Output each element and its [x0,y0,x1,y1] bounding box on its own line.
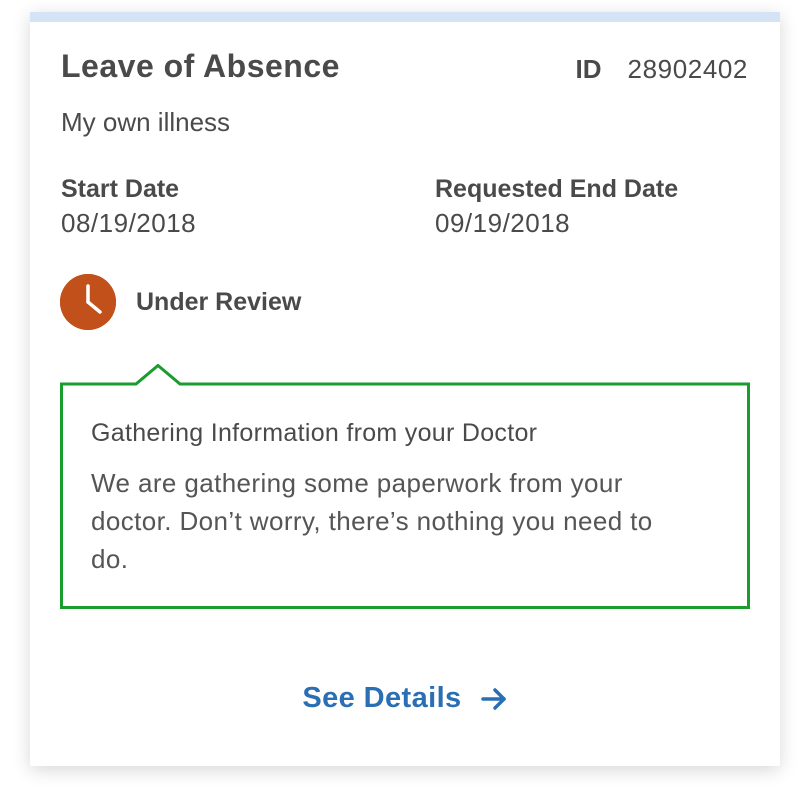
start-date-label: Start Date [61,175,180,203]
see-details-label: See Details [302,682,462,714]
card-top-accent [30,12,780,22]
end-date-value: 09/19/2018 [435,208,571,238]
id-value: 28902402 [627,54,748,84]
arrow-right-icon [480,685,508,713]
id-block: ID 28902402 [576,54,748,85]
status-indicator: Under Review [60,274,301,330]
status-callout: Gathering Information from your Doctor W… [60,364,750,609]
leave-card: Leave of Absence ID 28902402 My own illne… [30,12,780,766]
end-date-label: Requested End Date [435,175,679,203]
leave-reason: My own illness [61,107,231,137]
callout-title: Gathering Information from your Doctor [91,419,538,447]
id-label: ID [575,54,602,84]
callout-body: We are gathering some paperwork from you… [91,468,653,574]
start-date-value: 08/19/2018 [61,208,197,238]
clock-icon [60,274,116,330]
end-date-block: Requested End Date 09/19/2018 [435,172,678,240]
card-title: Leave of Absence [61,48,340,84]
start-date-block: Start Date 08/19/2018 [61,172,196,240]
status-label: Under Review [136,287,302,316]
see-details-link[interactable]: See Details [30,682,780,715]
